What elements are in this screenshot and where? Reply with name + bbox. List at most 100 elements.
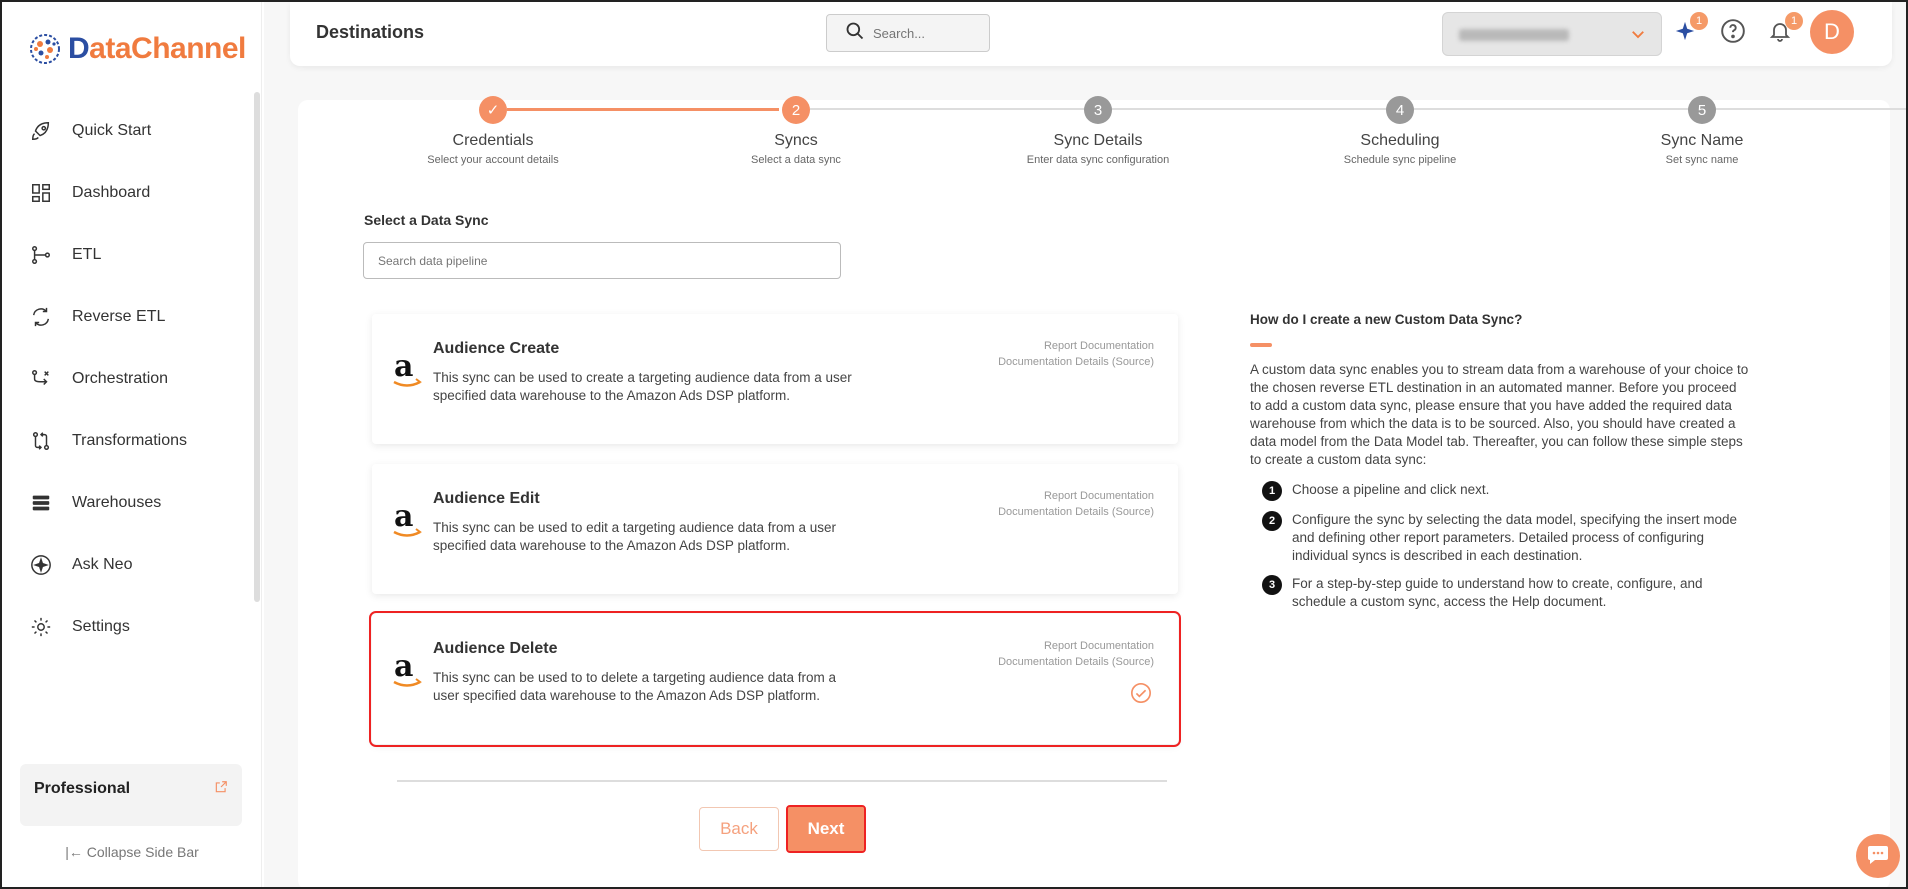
chat-icon [1866,842,1890,871]
page-title: Destinations [316,22,425,42]
search-icon [845,21,865,46]
help-step-text: For a step-by-step guide to understand h… [1292,576,1703,609]
sidebar-item-label: Orchestration [72,370,169,387]
avatar[interactable]: D [1810,10,1854,54]
help-step: 1 Choose a pipeline and click next. [1250,481,1750,501]
neo-badge: 1 [1690,12,1708,30]
transformations-icon [28,428,54,454]
step-subtitle: Enter data sync configuration [1026,154,1170,166]
pipeline-search-input[interactable] [363,242,841,279]
external-link-icon[interactable] [214,780,228,810]
sync-card-audience-delete[interactable]: a Audience Delete This sync can be used … [369,611,1181,747]
workspace-selector[interactable] [1442,12,1662,56]
step-scheduling[interactable]: 4 Scheduling Schedule sync pipeline [1290,96,1510,166]
neo-assistant-button[interactable]: 1 [1670,12,1708,48]
sidebar-scrollbar[interactable] [254,92,260,602]
sidebar: DataChannel Quick Start Dashboard ETL Re… [2,2,262,887]
report-documentation-link[interactable]: Report Documentation [998,638,1154,654]
amazon-logo-icon: a [392,499,422,545]
step-subtitle: Select a data sync [751,154,841,166]
help-icon [1720,18,1746,49]
step-number: 3 [1084,96,1112,124]
plan-label: Professional [34,780,131,797]
app-window: DataChannel Quick Start Dashboard ETL Re… [0,0,1908,889]
notification-badge: 1 [1785,12,1803,30]
card-title: Audience Edit [433,490,540,507]
sidebar-item-settings[interactable]: Settings [2,596,252,658]
brand-prefix: D [68,32,90,65]
notifications-button[interactable]: 1 [1765,12,1803,48]
step-number-badge: 2 [1262,511,1282,531]
help-body: A custom data sync enables you to stream… [1250,362,1749,467]
card-description: This sync can be used to create a target… [433,370,852,403]
amazon-logo-icon: a [392,349,422,395]
card-title: Audience Delete [433,640,558,657]
sidebar-item-label: Warehouses [72,494,162,511]
documentation-details-link[interactable]: Documentation Details (Source) [998,354,1154,370]
sidebar-item-etl[interactable]: ETL [2,224,252,286]
search-input[interactable] [873,25,973,41]
next-button[interactable]: Next [786,805,866,853]
sidebar-item-reverse-etl[interactable]: Reverse ETL [2,286,252,348]
step-number-badge: 1 [1262,481,1282,501]
sidebar-item-quick-start[interactable]: Quick Start [2,100,252,162]
svg-text:a: a [394,650,413,684]
step-name: Sync Name [1660,132,1744,149]
step-syncs[interactable]: 2 Syncs Select a data sync [686,96,906,166]
help-step: 3 For a step-by-step guide to understand … [1250,575,1750,611]
step-number: 5 [1688,96,1716,124]
documentation-details-link[interactable]: Documentation Details (Source) [998,654,1154,670]
sidebar-item-label: Transformations [72,432,187,449]
step-number-badge: 3 [1262,575,1282,595]
card-description: This sync can be used to to delete a tar… [433,670,837,703]
help-panel: How do I create a new Custom Data Sync? … [1250,312,1750,621]
help-title: How do I create a new Custom Data Sync? [1250,312,1523,327]
step-name: Syncs [774,132,818,149]
collapse-icon: |← [65,844,83,860]
step-number: 2 [782,96,810,124]
sidebar-item-orchestration[interactable]: Orchestration [2,348,252,410]
orchestration-icon [28,366,54,392]
step-sync-details[interactable]: 3 Sync Details Enter data sync configura… [988,96,1208,166]
brand-name: DataChannel [68,32,246,66]
sidebar-item-label: ETL [72,246,102,263]
sidebar-item-warehouses[interactable]: Warehouses [2,472,252,534]
collapse-sidebar-button[interactable]: |← Collapse Side Bar [2,844,262,860]
etl-icon [28,242,54,268]
documentation-details-link[interactable]: Documentation Details (Source) [998,504,1154,520]
sidebar-item-label: Ask Neo [72,556,133,573]
help-steps: 1 Choose a pipeline and click next. 2 Conf… [1250,481,1750,611]
sync-card-audience-edit[interactable]: a Audience Edit This sync can be used to… [372,464,1178,594]
sync-card-audience-create[interactable]: a Audience Create This sync can be used … [372,314,1178,444]
datachannel-logo-icon [30,34,60,64]
sidebar-item-dashboard[interactable]: Dashboard [2,162,252,224]
step-name: Sync Details [1053,132,1143,149]
sidebar-item-label: Dashboard [72,184,151,201]
sidebar-item-transformations[interactable]: Transformations [2,410,252,472]
plan-box[interactable]: Professional [20,764,242,826]
svg-text:a: a [394,500,413,534]
back-button[interactable]: Back [699,807,779,851]
sidebar-item-ask-neo[interactable]: Ask Neo [2,534,252,596]
logo[interactable]: DataChannel [28,32,246,66]
divider [397,780,1167,782]
sidebar-item-label: Settings [72,618,130,635]
step-subtitle: Select your account details [427,154,559,166]
svg-text:a: a [394,350,413,384]
global-search[interactable] [826,14,990,52]
dashboard-icon [28,180,54,206]
help-step: 2 Configure the sync by selecting the dat… [1250,511,1750,565]
report-documentation-link[interactable]: Report Documentation [998,338,1154,354]
step-name: Scheduling [1360,132,1440,149]
step-sync-name[interactable]: 5 Sync Name Set sync name [1592,96,1812,166]
step-subtitle: Set sync name [1665,154,1739,166]
card-title: Audience Create [433,340,560,357]
step-credentials[interactable]: ✓ Credentials Select your account detail… [383,96,603,166]
report-documentation-link[interactable]: Report Documentation [998,488,1154,504]
reverse-etl-icon [28,304,54,330]
chat-button[interactable] [1856,834,1900,878]
sidebar-item-label: Quick Start [72,122,152,139]
card-description: This sync can be used to edit a targetin… [433,520,836,553]
help-button[interactable] [1718,18,1748,48]
warehouses-icon [28,490,54,516]
